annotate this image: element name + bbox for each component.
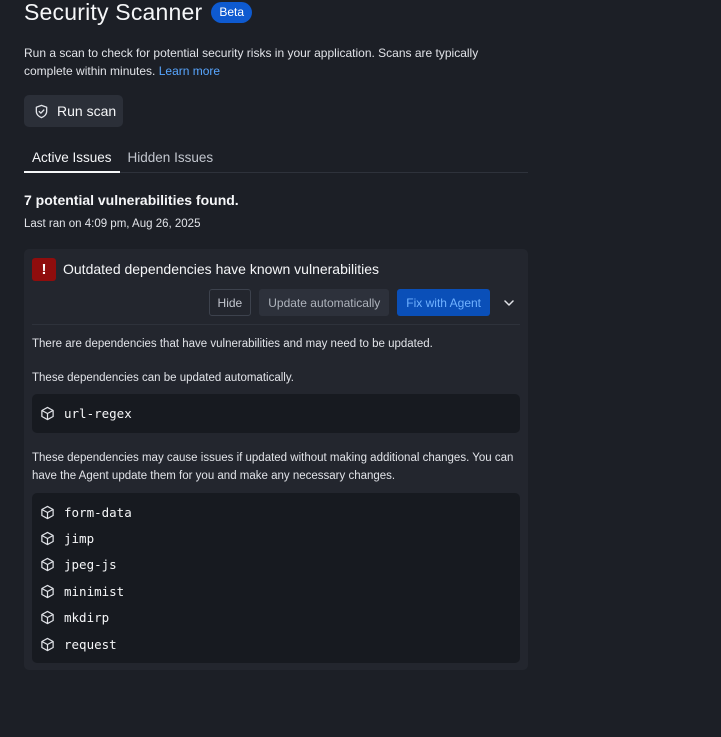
package-name: form-data [64,504,132,520]
list-item: url-regex [32,400,520,426]
description-text: Run a scan to check for potential securi… [24,46,479,78]
divider [32,324,520,325]
list-item: jimp [32,525,520,551]
package-icon [40,531,55,546]
description: Run a scan to check for potential securi… [24,44,528,80]
chevron-down-icon[interactable] [502,296,516,310]
learn-more-link[interactable]: Learn more [159,64,220,78]
package-name: jpeg-js [64,557,117,573]
page-title: Security Scanner [24,0,203,25]
issue-card: ! Outdated dependencies have known vulne… [24,249,528,670]
tab-active-issues[interactable]: Active Issues [24,146,120,173]
auto-update-text: These dependencies can be updated automa… [32,372,294,384]
package-icon [40,505,55,520]
tab-hidden-issues[interactable]: Hidden Issues [120,146,222,173]
issue-intro: There are dependencies that have vulnera… [32,338,433,350]
package-icon [40,557,55,572]
run-scan-label: Run scan [57,103,117,119]
auto-package-list: url-regex [32,394,520,433]
manual-package-list: form-data jimp jpeg-js minimist mkdirp r… [32,493,520,663]
hide-button[interactable]: Hide [208,289,252,316]
last-ran-timestamp: Last ran on 4:09 pm, Aug 26, 2025 [24,218,201,230]
header: Security Scanner Beta [24,0,253,26]
issue-actions: Hide Update automatically Fix with Agent [208,289,516,316]
package-name: url-regex [64,405,132,421]
vulnerability-count: 7 potential vulnerabilities found. [24,192,239,208]
package-name: mkdirp [64,610,110,626]
package-icon [40,637,55,652]
package-icon [40,610,55,625]
package-name: jimp [64,531,95,547]
exclamation-icon: ! [32,258,56,281]
issue-tabs: Active Issues Hidden Issues [24,146,528,173]
update-automatically-button[interactable]: Update automatically [259,289,390,316]
package-icon [40,584,55,599]
list-item: jpeg-js [32,552,520,578]
list-item: request [32,631,520,657]
package-name: request [64,636,117,652]
beta-badge: Beta [211,1,253,23]
issue-title: Outdated dependencies have known vulnera… [63,261,379,277]
list-item: minimist [32,578,520,604]
fix-with-agent-button[interactable]: Fix with Agent [397,289,490,316]
list-item: mkdirp [32,605,520,631]
shield-icon [34,104,49,119]
package-icon [40,406,55,421]
run-scan-button[interactable]: Run scan [24,95,123,127]
manual-update-text: These dependencies may cause issues if u… [32,452,514,482]
package-name: minimist [64,583,125,599]
list-item: form-data [32,499,520,525]
